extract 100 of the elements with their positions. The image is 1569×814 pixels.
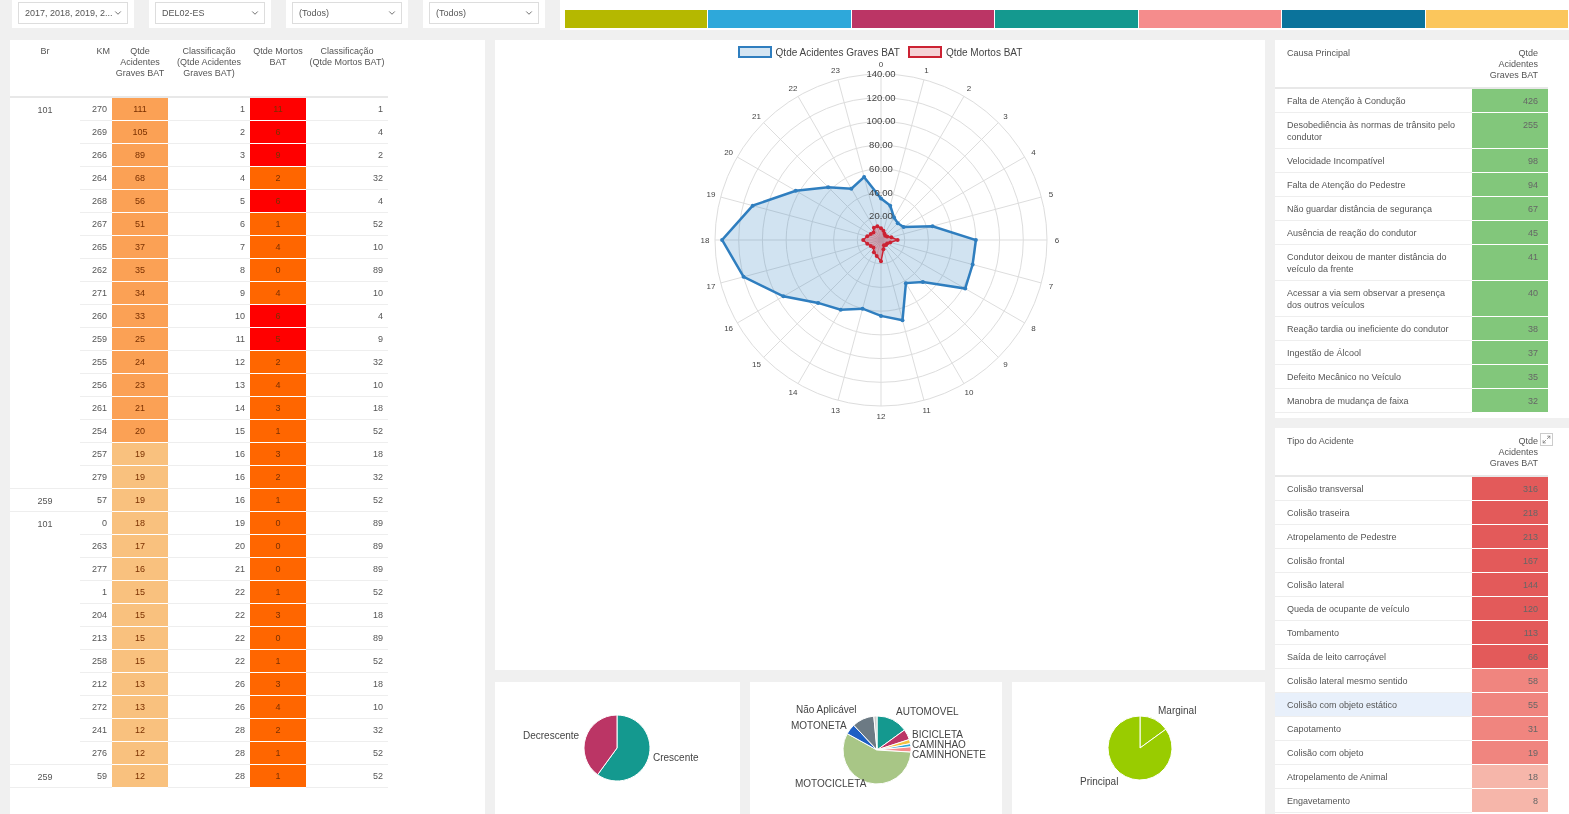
table-cell[interactable]: Colisão transversal [1275, 476, 1472, 501]
table-cell: 4 [306, 189, 388, 213]
table-cell: 111 [112, 97, 168, 121]
color-segment[interactable] [565, 10, 709, 28]
table-cell[interactable]: Colisão lateral mesmo sentido [1275, 668, 1472, 693]
axis-label: 14 [788, 388, 798, 398]
axis-label: 16 [724, 324, 734, 333]
table-cell[interactable]: Colisão frontal [1275, 548, 1472, 573]
table-cell: 40 [1472, 280, 1548, 317]
table-cell: 66 [1472, 644, 1548, 669]
pie-label: BICICLETA [912, 729, 963, 740]
table-cell[interactable]: Desobediência às normas de trânsito pelo condutor [1275, 112, 1472, 149]
filter-dropdown[interactable]: (Todos) [429, 2, 539, 24]
table-cell[interactable]: Acessar a via sem observar a presença dos outros veículos [1275, 280, 1472, 317]
table-cell[interactable]: Saída de leito carroçável [1275, 644, 1472, 669]
table-cell: 113 [1472, 620, 1548, 645]
pie-label: CAMINHONETE [912, 749, 986, 760]
table-cell[interactable]: Velocidade Incompatível [1275, 148, 1472, 173]
table-cell: 18 [306, 442, 388, 466]
table-cell[interactable]: Ausência de reação do condutor [1275, 220, 1472, 245]
table-cell: 18 [306, 603, 388, 627]
table-cell: 10 [306, 373, 388, 397]
color-segment[interactable] [995, 10, 1139, 28]
table-cell[interactable]: Manobra de mudança de faixa [1275, 388, 1472, 413]
table-cell[interactable]: Falta de Atenção à Condução [1275, 88, 1472, 113]
table-cell: 52 [306, 419, 388, 443]
table-cell: 5 [250, 327, 306, 351]
table-cell[interactable]: Colisão com objeto [1275, 740, 1472, 765]
table-cell[interactable]: Atropelamento de Pedestre [1275, 524, 1472, 549]
filter-dropdown[interactable]: (Todos) [292, 2, 402, 24]
table-cell: 89 [306, 511, 388, 535]
pie-label: Crescente [653, 752, 699, 763]
table-cell: 89 [112, 143, 168, 167]
table-cell: 213 [1472, 524, 1548, 549]
axis-label: 21 [752, 111, 762, 121]
table-cell[interactable]: Tombamento [1275, 620, 1472, 645]
table-cell: 101 [10, 511, 80, 765]
table-cell: 32 [1472, 388, 1548, 413]
pie-label: Marginal [1158, 705, 1197, 716]
tick-label: 140.00 [866, 68, 896, 79]
color-segment[interactable] [851, 10, 996, 28]
table-cell[interactable]: Atropelamento de Animal [1275, 764, 1472, 789]
table-cell: 259 [10, 488, 80, 512]
axis-label: 12 [876, 411, 886, 421]
table-cell: 15 [112, 580, 168, 604]
table-cell: 67 [1472, 196, 1548, 221]
table-cell[interactable]: Colisão traseira [1275, 500, 1472, 525]
pie-label: CAMINHAO [912, 739, 966, 750]
pie-label: Decrescente [523, 730, 580, 741]
table-cell: 2 [250, 718, 306, 742]
table-cell[interactable]: Falta de Atenção do Pedestre [1275, 172, 1472, 197]
table-cell: 11 [250, 97, 306, 121]
table-cell: 0 [250, 557, 306, 581]
table-cell: 0 [250, 534, 306, 558]
axis-label: 15 [752, 360, 762, 370]
table-cell: 16 [112, 557, 168, 581]
table-cell: 120 [1472, 596, 1548, 621]
color-segment[interactable] [1425, 10, 1569, 28]
color-segment[interactable] [1138, 10, 1283, 28]
table-cell: 17 [112, 534, 168, 558]
axis-label: 19 [706, 190, 716, 200]
table-cell: 23 [112, 373, 168, 397]
filter-dropdown[interactable]: 2017, 2018, 2019, 2... [18, 2, 128, 24]
column-header: Classificação (Qtde Acidentes Graves BAT) [168, 40, 250, 97]
table-cell: 3 [250, 672, 306, 696]
table-cell: 38 [1472, 316, 1548, 341]
table-cell: 58 [1472, 668, 1548, 693]
table-cell: 32 [306, 465, 388, 489]
table-cell: 6 [250, 189, 306, 213]
table-cell: 45 [1472, 220, 1548, 245]
axis-label: 4 [1031, 148, 1036, 157]
table-cell: 218 [1472, 500, 1548, 525]
table-cell[interactable]: Queda de ocupante de veículo [1275, 596, 1472, 621]
pie-label: Principal [1080, 776, 1119, 787]
table-cell[interactable]: Capotamento [1275, 716, 1472, 741]
table-cell: 35 [1472, 364, 1548, 389]
table-cell[interactable]: Defeito Mecânico no Veículo [1275, 364, 1472, 389]
table-cell[interactable]: Ingestão de Álcool [1275, 340, 1472, 365]
table-cell[interactable]: Colisão lateral [1275, 572, 1472, 597]
filter-dropdown[interactable]: DEL02-ES [155, 2, 265, 24]
table-cell: 19 [112, 465, 168, 489]
color-segment[interactable] [708, 10, 852, 28]
tick-label: 60.00 [869, 162, 893, 174]
table-cell: 105 [112, 120, 168, 144]
table-cell[interactable]: Engavetamento [1275, 788, 1472, 813]
table-cell: 255 [1472, 112, 1548, 149]
table-cell: 37 [112, 235, 168, 259]
table-cell: 98 [1472, 148, 1548, 173]
table-cell: 41 [1472, 244, 1548, 281]
axis-label: 18 [700, 236, 710, 245]
color-segment[interactable] [1282, 10, 1426, 28]
table-cell: 33 [112, 304, 168, 328]
expand-icon[interactable] [1540, 433, 1553, 446]
table-cell[interactable]: Não guardar distância de segurança [1275, 196, 1472, 221]
table-cell[interactable]: Colisão com objeto estático [1275, 692, 1472, 717]
table-cell[interactable]: Condutor deixou de manter distância do veículo da frente [1275, 244, 1472, 281]
table-cell: 18 [112, 511, 168, 535]
table-cell: 0 [250, 511, 306, 535]
table-cell[interactable]: Reação tardia ou ineficiente do condutor [1275, 316, 1472, 341]
table-cell: 51 [112, 212, 168, 236]
